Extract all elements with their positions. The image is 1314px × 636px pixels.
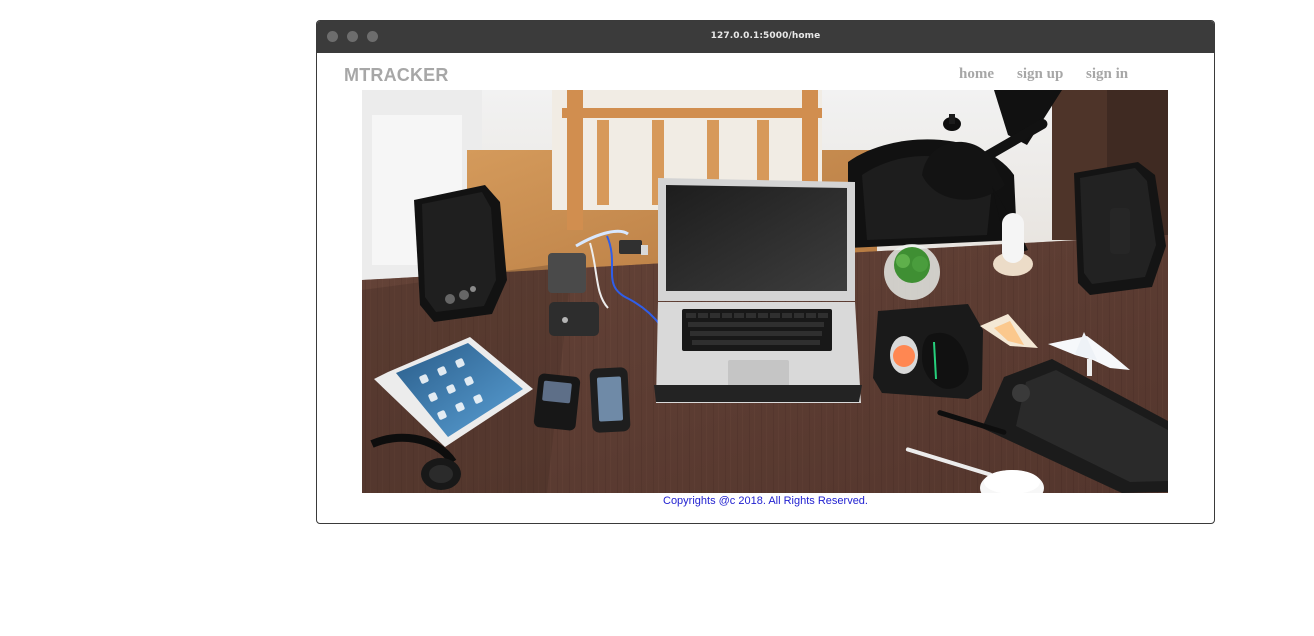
nav-home-link[interactable]: home — [959, 66, 994, 83]
hero-image — [362, 90, 1168, 493]
nav-sign-up-link[interactable]: sign up — [1017, 66, 1063, 83]
copyright-footer: Copyrights @c 2018. All Rights Reserved. — [663, 495, 868, 507]
page-content: MTRACKER home sign up sign in Copyrights… — [317, 53, 1214, 523]
address-bar[interactable]: 127.0.0.1:5000/home — [317, 31, 1214, 41]
site-logo[interactable]: MTRACKER — [344, 65, 449, 86]
browser-window: 127.0.0.1:5000/home MTRACKER home sign u… — [316, 20, 1215, 524]
nav-sign-in-link[interactable]: sign in — [1086, 66, 1128, 83]
browser-titlebar: 127.0.0.1:5000/home — [317, 21, 1214, 53]
